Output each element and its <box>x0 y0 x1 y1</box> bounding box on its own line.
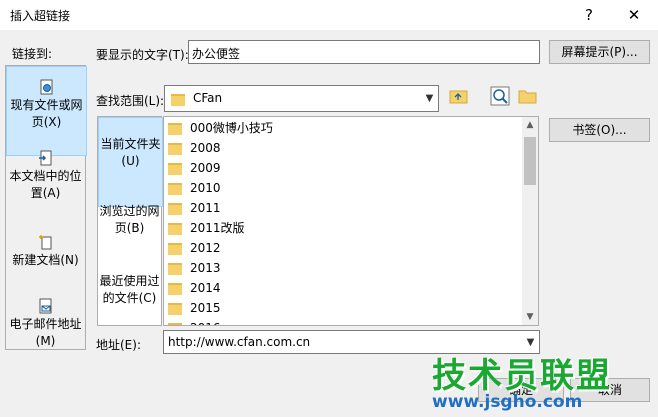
display-text-label: 要显示的文字(T): <box>96 48 189 62</box>
chevron-down-icon[interactable]: ▼ <box>420 86 438 111</box>
folder-icon <box>168 182 182 195</box>
sidebar-item-email-address[interactable]: 电子邮件地址(M) <box>6 298 85 348</box>
sidebar-item-new-document[interactable]: 新建文档(N) <box>6 234 85 284</box>
folder-icon <box>168 222 182 235</box>
title-bar <box>0 0 658 30</box>
list-item[interactable]: 2012 <box>168 238 221 258</box>
sidebar-item-place-in-document[interactable]: 本文档中的位置(A) <box>6 150 85 210</box>
look-in-label: 查找范围(L): <box>96 94 165 108</box>
folder-icon <box>168 282 182 295</box>
address-label: 地址(E): <box>96 338 141 352</box>
list-item[interactable]: 2013 <box>168 258 221 278</box>
folder-icon <box>168 302 182 315</box>
subnav-browsed-pages[interactable]: 浏览过的网页(B) <box>98 203 161 239</box>
look-in-value: CFan <box>193 91 223 105</box>
list-item[interactable]: 2008 <box>168 138 221 158</box>
list-item[interactable]: 2011改版 <box>168 218 245 238</box>
look-in-select[interactable]: CFan ▼ <box>164 85 439 112</box>
list-item[interactable]: 2014 <box>168 278 221 298</box>
close-button[interactable]: ✕ <box>624 6 644 24</box>
link-to-label: 链接到: <box>12 47 53 61</box>
list-item[interactable]: 2010 <box>168 178 221 198</box>
scroll-thumb[interactable] <box>524 137 536 185</box>
folder-up-icon <box>449 90 468 104</box>
browse-web-button[interactable] <box>489 85 511 107</box>
sidebar-item-label: 电子邮件地址(M) <box>9 317 82 348</box>
folder-icon <box>168 142 182 155</box>
file-source-nav: 当前文件夹(U) 浏览过的网页(B) 最近使用过的文件(C) <box>97 116 163 326</box>
scroll-up-icon[interactable]: ▲ <box>522 117 538 133</box>
file-list-scrollbar[interactable]: ▲ ▼ <box>522 117 538 325</box>
sidebar-item-label: 新建文档(N) <box>12 253 79 267</box>
file-list: 000微博小技巧 2008 2009 2010 2011 2011改版 2012… <box>163 116 539 326</box>
link-to-sidebar: 现有文件或网页(X) 本文档中的位置(A) 新建文档(N) 电子邮件地址(M) <box>5 65 87 350</box>
address-value: http://www.cfan.com.cn <box>168 335 311 349</box>
folder-icon <box>168 202 182 215</box>
sidebar-item-existing-file[interactable]: 现有文件或网页(X) <box>6 66 87 156</box>
up-one-folder-button[interactable] <box>448 85 470 107</box>
browse-web-icon <box>490 86 510 106</box>
subnav-current-folder[interactable]: 当前文件夹(U) <box>98 117 163 207</box>
dialog-title: 插入超链接 <box>10 9 71 23</box>
scroll-down-icon[interactable]: ▼ <box>522 309 538 325</box>
list-item[interactable]: 2015 <box>168 298 221 318</box>
sidebar-item-label: 本文档中的位置(A) <box>9 169 82 200</box>
watermark-title: 技术员联盟 <box>432 356 612 396</box>
folder-icon <box>168 162 182 175</box>
new-document-icon <box>38 235 51 250</box>
list-item[interactable]: 2011 <box>168 198 221 218</box>
list-item[interactable]: 2009 <box>168 158 221 178</box>
watermark-url: www.jsgho.com <box>432 392 583 412</box>
document-arrow-icon <box>38 150 51 166</box>
display-text-input[interactable]: 办公便签 <box>188 40 540 64</box>
folder-icon <box>168 122 182 135</box>
list-item[interactable]: 000微博小技巧 <box>168 118 273 138</box>
display-text-value: 办公便签 <box>192 47 241 61</box>
globe-page-icon <box>40 79 52 95</box>
subnav-recent-files[interactable]: 最近使用过的文件(C) <box>98 273 161 309</box>
email-icon <box>39 298 51 314</box>
sidebar-item-label: 现有文件或网页(X) <box>10 98 83 129</box>
folder-icon <box>168 242 182 255</box>
browse-file-button[interactable] <box>517 85 539 107</box>
screentip-button[interactable]: 屏幕提示(P)... <box>549 40 650 64</box>
open-folder-icon <box>518 90 537 104</box>
folder-icon <box>171 94 185 106</box>
help-button[interactable]: ? <box>579 6 599 24</box>
list-item[interactable]: 2016 <box>168 318 221 325</box>
bookmark-button[interactable]: 书签(O)... <box>549 118 650 142</box>
folder-icon <box>168 322 182 325</box>
folder-icon <box>168 262 182 275</box>
watermark: 技术员联盟 www.jsgho.com <box>420 348 658 417</box>
